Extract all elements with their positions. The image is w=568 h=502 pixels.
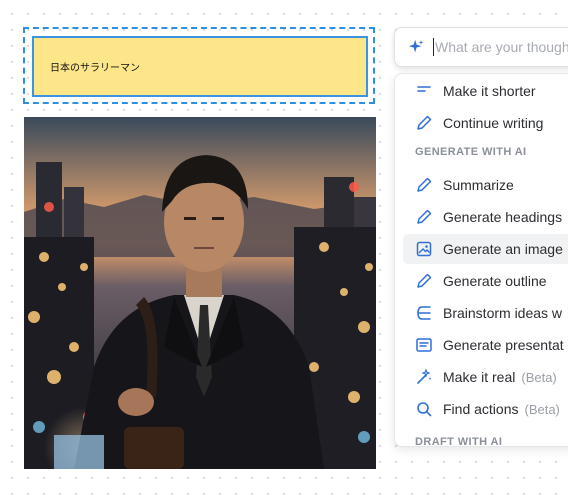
image-icon bbox=[416, 241, 432, 257]
short-text-icon bbox=[417, 86, 431, 92]
beta-badge: (Beta) bbox=[521, 369, 557, 385]
sticky-selection-frame[interactable]: 日本のサラリーマン bbox=[23, 27, 375, 104]
menu-item-brainstorm[interactable]: Brainstorm ideas w bbox=[403, 298, 568, 328]
presentation-icon bbox=[416, 338, 432, 352]
menu-item-label: Find actions bbox=[443, 401, 519, 417]
menu-item-make-shorter[interactable]: Make it shorter bbox=[403, 76, 568, 106]
menu-item-label: Generate an image bbox=[443, 241, 563, 257]
menu-item-generate-headings[interactable]: Generate headings bbox=[403, 202, 568, 232]
menu-item-summarize[interactable]: Summarize bbox=[403, 170, 568, 200]
pencil-icon bbox=[417, 115, 432, 130]
menu-item-label: Generate outline bbox=[443, 273, 547, 289]
beta-badge: (Beta) bbox=[524, 401, 560, 417]
menu-item-generate-image[interactable]: Generate an image bbox=[403, 234, 568, 264]
section-heading: GENERATE WITH AI bbox=[415, 146, 527, 158]
menu-item-generate-outline[interactable]: Generate outline bbox=[403, 266, 568, 296]
menu-item-label: Brainstorm ideas w bbox=[443, 305, 563, 321]
sparkle-icon bbox=[408, 39, 424, 53]
menu-item-label: Continue writing bbox=[443, 115, 544, 131]
generated-image[interactable] bbox=[24, 117, 376, 469]
sticky-note[interactable]: 日本のサラリーマン bbox=[32, 36, 368, 97]
menu-item-continue-writing[interactable]: Continue writing bbox=[403, 108, 568, 138]
ai-prompt-box[interactable] bbox=[394, 27, 568, 67]
pencil-icon bbox=[417, 209, 432, 224]
magic-wand-icon bbox=[417, 368, 432, 384]
menu-item-label: Make it real bbox=[443, 369, 516, 385]
menu-item-label: Summarize bbox=[443, 177, 514, 193]
ai-prompt-input[interactable] bbox=[434, 39, 568, 55]
section-heading: DRAFT WITH AI bbox=[415, 436, 503, 447]
menu-item-label: Generate headings bbox=[443, 209, 563, 225]
ai-assistant-panel: Make it shorter Continue writing GENERAT… bbox=[394, 27, 568, 467]
ai-actions-menu: Make it shorter Continue writing GENERAT… bbox=[394, 73, 568, 447]
menu-item-label: Generate presentat bbox=[443, 337, 564, 353]
pencil-icon bbox=[417, 273, 432, 288]
menu-item-generate-presentation[interactable]: Generate presentat bbox=[403, 330, 568, 360]
menu-item-find-actions[interactable]: Find actions (Beta) bbox=[403, 394, 568, 424]
sticky-note-text: 日本のサラリーマン bbox=[50, 63, 140, 74]
menu-item-label: Make it shorter bbox=[443, 83, 536, 99]
search-icon bbox=[417, 402, 432, 417]
pencil-icon bbox=[417, 177, 432, 192]
brainstorm-icon bbox=[417, 306, 431, 320]
menu-item-make-it-real[interactable]: Make it real (Beta) bbox=[403, 362, 568, 392]
